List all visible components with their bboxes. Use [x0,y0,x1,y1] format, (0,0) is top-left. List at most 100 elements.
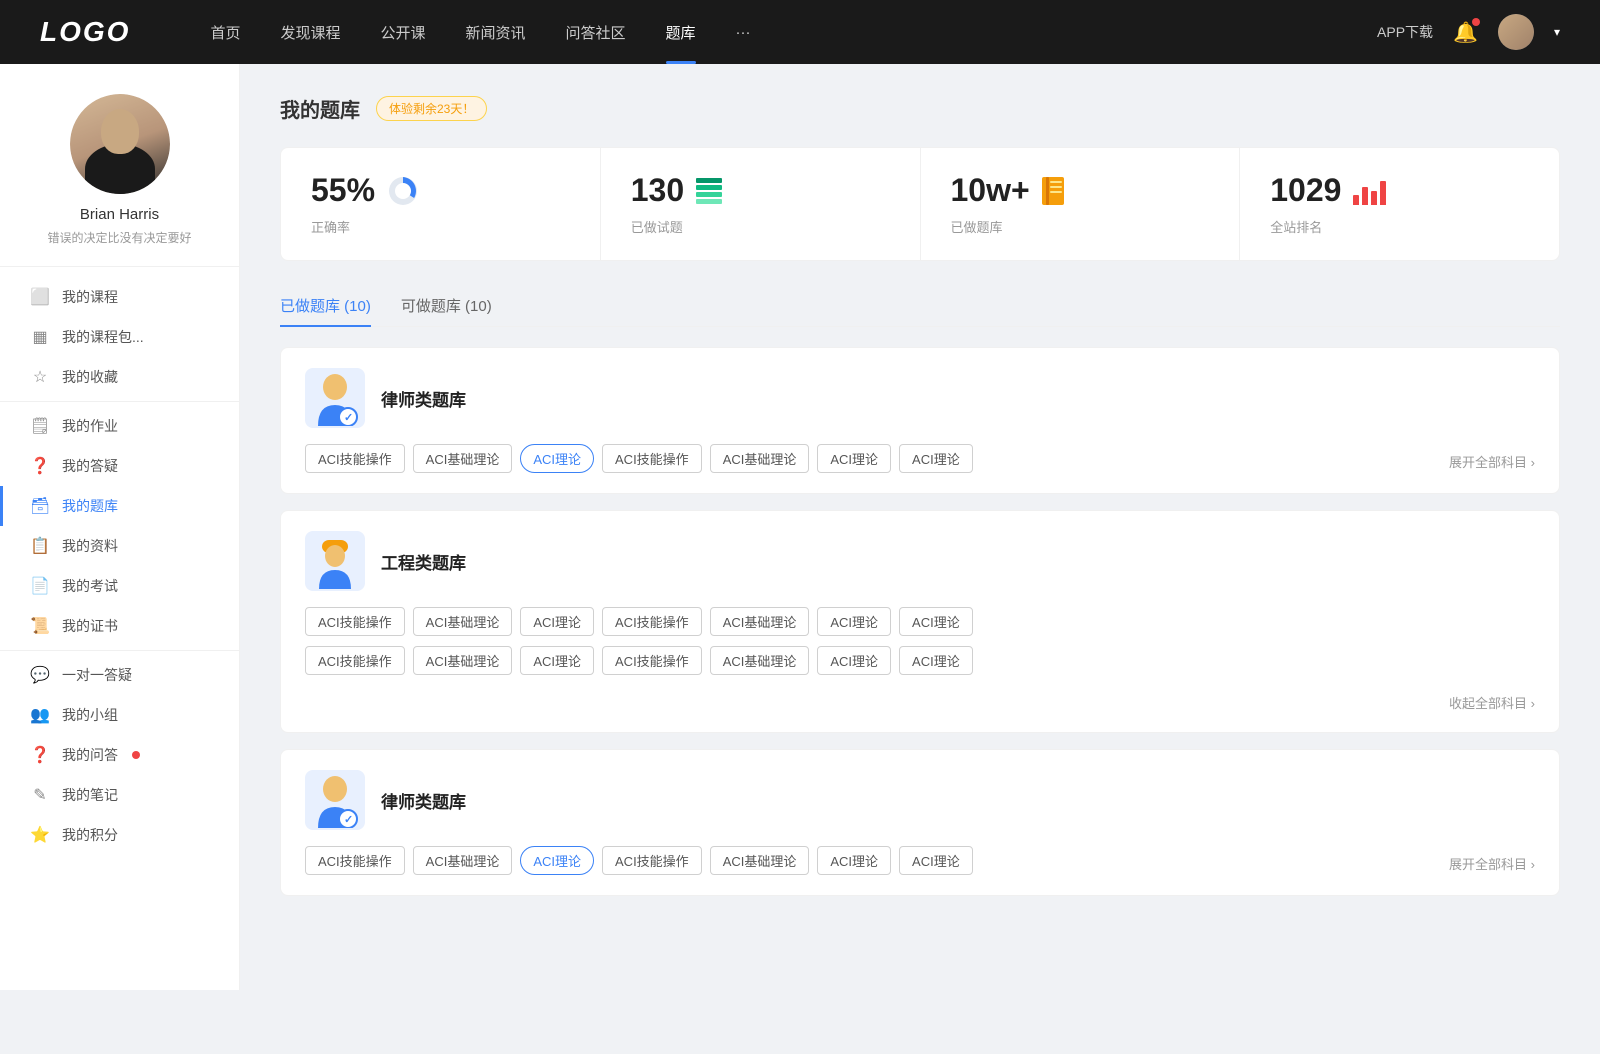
collapse-link[interactable]: 收起全部科目 › [1449,685,1535,712]
tag[interactable]: ACI基础理论 [413,646,513,675]
qbank-header: ✓ 律师类题库 [305,368,1535,428]
sidebar-item-label: 我的小组 [62,705,118,725]
done-questions-label: 已做试题 [631,217,890,236]
sidebar-item-points[interactable]: ⭐ 我的积分 [0,815,239,855]
engineer-figure-svg [310,534,360,589]
tag[interactable]: ACI技能操作 [305,846,405,875]
tag[interactable]: ACI基础理论 [710,444,810,473]
tag[interactable]: ACI理论 [899,846,973,875]
user-avatar[interactable] [1498,14,1534,50]
tag-highlighted[interactable]: ACI理论 [520,444,594,473]
notes-icon: ✎ [30,785,50,805]
materials-icon: 📋 [30,536,50,556]
qbank-card-lawyer-2: ✓ 律师类题库 ACI技能操作 ACI基础理论 ACI理论 ACI技能操作 AC… [280,749,1560,896]
tag[interactable]: ACI技能操作 [305,646,405,675]
expand-link-2[interactable]: 展开全部科目 › [1449,846,1535,873]
nav-discover[interactable]: 发现课程 [260,0,360,64]
top-navigation: LOGO 首页 发现课程 公开课 新闻资讯 问答社区 题库 ··· APP下载 … [0,0,1600,64]
sidebar-item-label: 我的资料 [62,536,118,556]
course-package-icon: ▦ [30,327,50,347]
svg-text:✓: ✓ [344,814,353,826]
sidebar-item-label: 我的积分 [62,825,118,845]
tag[interactable]: ACI技能操作 [305,607,405,636]
sidebar-item-course-package[interactable]: ▦ 我的课程包... [0,317,239,357]
tab-done-banks[interactable]: 已做题库 (10) [280,285,371,326]
tag[interactable]: ACI理论 [817,646,891,675]
user-dropdown-arrow[interactable]: ▾ [1554,25,1560,39]
sidebar-item-qa[interactable]: ❓ 我的答疑 [0,446,239,486]
sidebar-item-label: 我的答疑 [62,456,118,476]
app-download-link[interactable]: APP下载 [1377,22,1433,42]
sidebar-item-favorites[interactable]: ☆ 我的收藏 [0,357,239,397]
stats-row: 55% 正确率 130 [280,147,1560,261]
sidebar-item-homework[interactable]: 🗒 我的作业 [0,406,239,446]
stat-top: 10w+ [951,172,1210,209]
sidebar-item-materials[interactable]: 📋 我的资料 [0,526,239,566]
tag[interactable]: ACI技能操作 [602,846,702,875]
sidebar-item-my-course[interactable]: ⬜ 我的课程 [0,277,239,317]
tag[interactable]: ACI理论 [899,646,973,675]
tag[interactable]: ACI基础理论 [710,646,810,675]
done-banks-value: 10w+ [951,172,1030,209]
tag[interactable]: ACI理论 [520,607,594,636]
profile-avatar[interactable] [70,94,170,194]
tag[interactable]: ACI技能操作 [602,444,702,473]
nav-qa[interactable]: 问答社区 [546,0,646,64]
tag[interactable]: ACI理论 [817,846,891,875]
tag[interactable]: ACI技能操作 [602,607,702,636]
tag[interactable]: ACI理论 [520,646,594,675]
tag[interactable]: ACI技能操作 [602,646,702,675]
tag[interactable]: ACI基础理论 [413,607,513,636]
nav-more[interactable]: ··· [716,0,771,64]
sidebar-item-label: 我的课程 [62,287,118,307]
notification-bell[interactable]: 🔔 [1453,20,1478,45]
main-layout: Brian Harris 错误的决定比没有决定要好 ⬜ 我的课程 ▦ 我的课程包… [0,64,1600,990]
tag[interactable]: ACI理论 [817,444,891,473]
tab-available-banks[interactable]: 可做题库 (10) [401,285,492,326]
nav-news[interactable]: 新闻资讯 [446,0,546,64]
stat-card-done-questions: 130 已做试题 [601,148,921,260]
qbank-header: ✓ 律师类题库 [305,770,1535,830]
sidebar-item-notes[interactable]: ✎ 我的笔记 [0,775,239,815]
nav-links: 首页 发现课程 公开课 新闻资讯 问答社区 题库 ··· [190,0,1377,64]
rank-value: 1029 [1270,172,1341,209]
points-icon: ⭐ [30,825,50,845]
sidebar-item-certificate[interactable]: 📜 我的证书 [0,606,239,646]
sidebar-item-group[interactable]: 👥 我的小组 [0,695,239,735]
sidebar-item-question-bank[interactable]: 🗃 我的题库 [0,486,239,526]
sidebar-item-one-on-one[interactable]: 💬 一对一答疑 [0,655,239,695]
tag-highlighted[interactable]: ACI理论 [520,846,594,875]
qbank-card-engineer: 工程类题库 ACI技能操作 ACI基础理论 ACI理论 ACI技能操作 ACI基… [280,510,1560,733]
unread-dot [132,751,140,759]
tag[interactable]: ACI理论 [817,607,891,636]
tag[interactable]: ACI基础理论 [413,444,513,473]
expand-link[interactable]: 展开全部科目 › [1449,444,1535,471]
sidebar-item-label: 我的问答 [62,745,118,765]
nav-home[interactable]: 首页 [190,0,260,64]
sidebar-menu: ⬜ 我的课程 ▦ 我的课程包... ☆ 我的收藏 🗒 我的作业 ❓ 我的答疑 🗃 [0,267,239,865]
pie-chart-icon [387,175,419,207]
tags-container: ACI技能操作 ACI基础理论 ACI理论 ACI技能操作 ACI基础理论 AC… [305,444,1441,473]
tag[interactable]: ACI技能操作 [305,444,405,473]
qbank-title: 工程类题库 [381,549,466,574]
qbank-lawyer-icon-2: ✓ [305,770,365,830]
tag[interactable]: ACI基础理论 [413,846,513,875]
sidebar-item-label: 我的作业 [62,416,118,436]
sidebar: Brian Harris 错误的决定比没有决定要好 ⬜ 我的课程 ▦ 我的课程包… [0,64,240,990]
sidebar-item-my-qa[interactable]: ❓ 我的问答 [0,735,239,775]
tag[interactable]: ACI基础理论 [710,846,810,875]
logo[interactable]: LOGO [40,16,130,48]
avatar-image [1498,14,1534,50]
tag[interactable]: ACI理论 [899,444,973,473]
notification-dot [1472,18,1480,26]
nav-open-course[interactable]: 公开课 [360,0,445,64]
tag[interactable]: ACI基础理论 [710,607,810,636]
sidebar-item-label: 我的课程包... [62,327,144,347]
sidebar-item-exam[interactable]: 📄 我的考试 [0,566,239,606]
stat-card-accuracy: 55% 正确率 [281,148,601,260]
tag[interactable]: ACI理论 [899,607,973,636]
qbank-engineer-icon [305,531,365,591]
nav-questions[interactable]: 题库 [646,0,716,64]
my-course-icon: ⬜ [30,287,50,307]
accuracy-value: 55% [311,172,375,209]
